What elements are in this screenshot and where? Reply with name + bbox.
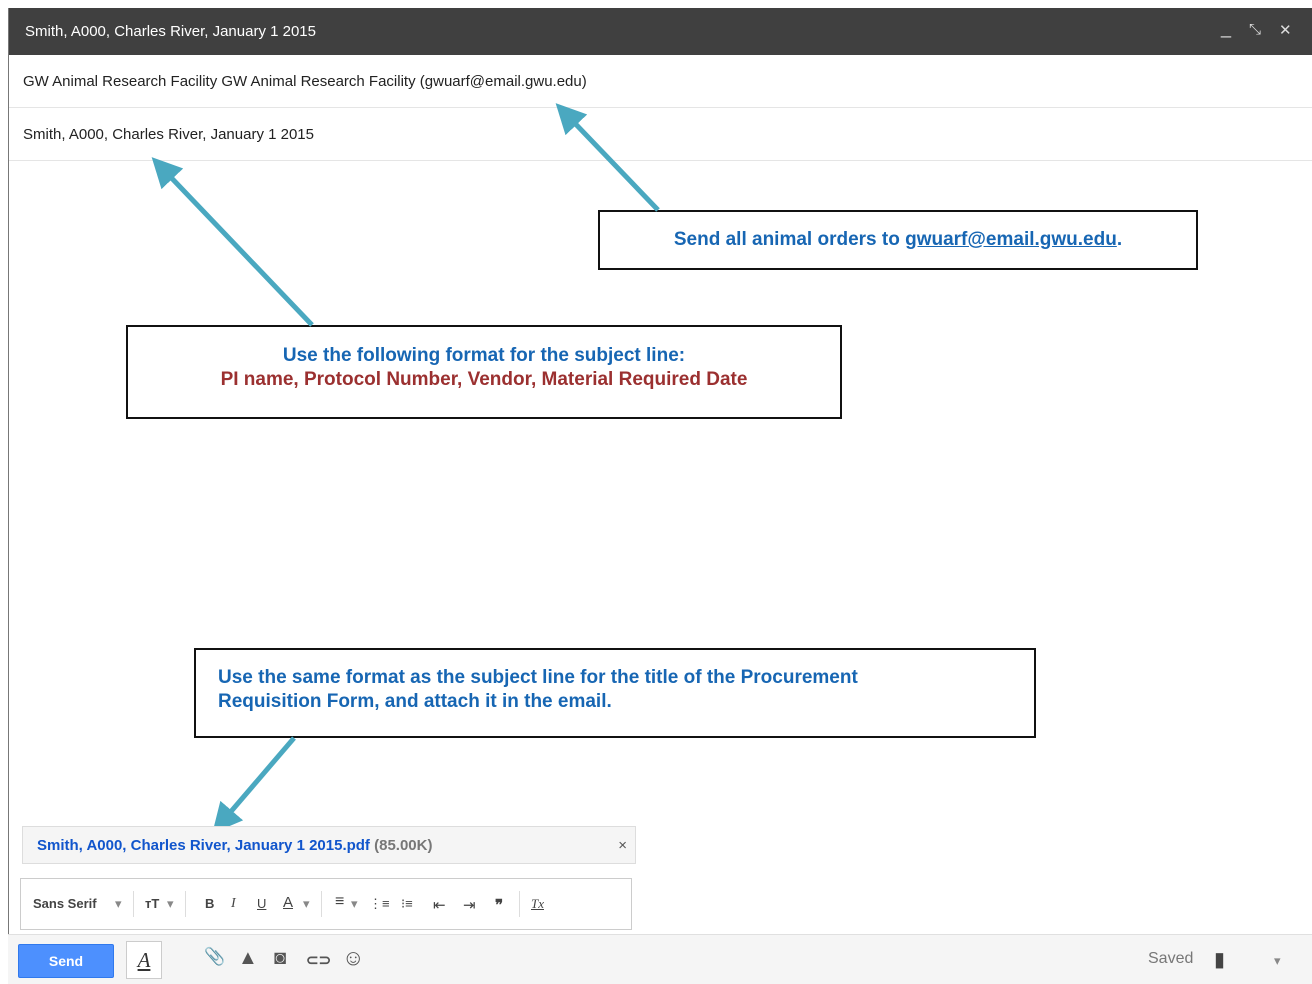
- font-caret-icon[interactable]: ▾: [115, 896, 122, 912]
- attachment-name[interactable]: Smith, A000, Charles River, January 1 20…: [37, 837, 370, 854]
- more-options-icon[interactable]: ▾: [1274, 953, 1281, 969]
- insert-photo-icon[interactable]: ◙: [274, 947, 286, 970]
- emoji-icon[interactable]: ☺: [342, 945, 364, 971]
- compose-action-bar: Send A 📎 ▲ ◙ ⊂⊃ ☺ Saved ▮ ▾: [8, 934, 1312, 984]
- subject-field[interactable]: Smith, A000, Charles River, January 1 20…: [9, 108, 1312, 161]
- saved-status: Saved: [1148, 950, 1194, 967]
- color-caret-icon[interactable]: ▾: [303, 896, 310, 912]
- insert-link-icon[interactable]: ⊂⊃: [306, 951, 331, 969]
- recipients-value: GW Animal Research Facility GW Animal Re…: [23, 73, 587, 90]
- drive-icon[interactable]: ▲: [238, 947, 258, 970]
- email-callout-text: Send all animal orders to: [673, 229, 906, 250]
- attachment-callout: Use the same format as the subject line …: [194, 648, 1036, 738]
- recipients-field[interactable]: GW Animal Research Facility GW Animal Re…: [9, 55, 1312, 108]
- email-callout-link: gwuarf@email.gwu.edu: [905, 229, 1117, 250]
- attachment-callout-line2: Requisition Form, and attach it in the e…: [218, 691, 612, 712]
- send-button[interactable]: Send: [18, 944, 114, 978]
- indent-less-icon[interactable]: ⇤: [433, 896, 446, 914]
- minimize-icon[interactable]: _: [1221, 18, 1231, 39]
- italic-icon[interactable]: I: [231, 896, 236, 912]
- remove-attachment-icon[interactable]: ×: [618, 837, 627, 854]
- discard-draft-icon[interactable]: ▮: [1214, 947, 1225, 972]
- quote-icon[interactable]: ❞: [495, 896, 503, 914]
- align-icon[interactable]: ≡: [335, 893, 344, 911]
- subject-value: Smith, A000, Charles River, January 1 20…: [23, 126, 314, 143]
- numbered-list-icon[interactable]: ⋮≡: [369, 896, 390, 912]
- popout-icon[interactable]: ⤡: [1249, 21, 1261, 38]
- compose-title: Smith, A000, Charles River, January 1 20…: [25, 23, 316, 40]
- formatting-options-button[interactable]: A: [126, 941, 162, 979]
- subject-callout-line1: Use the following format for the subject…: [282, 345, 686, 366]
- underline-icon[interactable]: U: [257, 896, 266, 911]
- attach-files-icon[interactable]: 📎: [204, 947, 225, 967]
- size-caret-icon[interactable]: ▾: [167, 896, 174, 912]
- bulleted-list-icon[interactable]: ⁝≡: [401, 896, 413, 912]
- attachment-callout-line1: Use the same format as the subject line …: [218, 667, 858, 688]
- font-family-select[interactable]: Sans Serif: [33, 896, 97, 911]
- remove-formatting-icon[interactable]: Tx: [531, 896, 544, 912]
- indent-more-icon[interactable]: ⇥: [463, 896, 476, 914]
- subject-callout: Use the following format for the subject…: [126, 325, 842, 419]
- subject-callout-line2: PI name, Protocol Number, Vendor, Materi…: [220, 369, 748, 390]
- attachment-name-wrap[interactable]: Smith, A000, Charles River, January 1 20…: [37, 837, 432, 854]
- bold-icon[interactable]: B: [205, 896, 214, 911]
- font-size-icon[interactable]: тT: [145, 896, 159, 911]
- attachment-chip[interactable]: Smith, A000, Charles River, January 1 20…: [22, 826, 636, 864]
- formatting-toolbar: Sans Serif ▾ тT ▾ B I U A ▾ ≡ ▾ ⋮≡ ⁝≡ ⇤ …: [20, 878, 632, 930]
- close-icon[interactable]: ✕: [1279, 21, 1292, 39]
- align-caret-icon[interactable]: ▾: [351, 896, 358, 912]
- compose-titlebar[interactable]: Smith, A000, Charles River, January 1 20…: [9, 8, 1312, 55]
- email-callout-end: .: [1116, 229, 1123, 250]
- text-color-icon[interactable]: A: [283, 894, 293, 911]
- attachment-size: (85.00K): [374, 837, 433, 854]
- email-callout: Send all animal orders to gwuarf@email.g…: [598, 210, 1198, 270]
